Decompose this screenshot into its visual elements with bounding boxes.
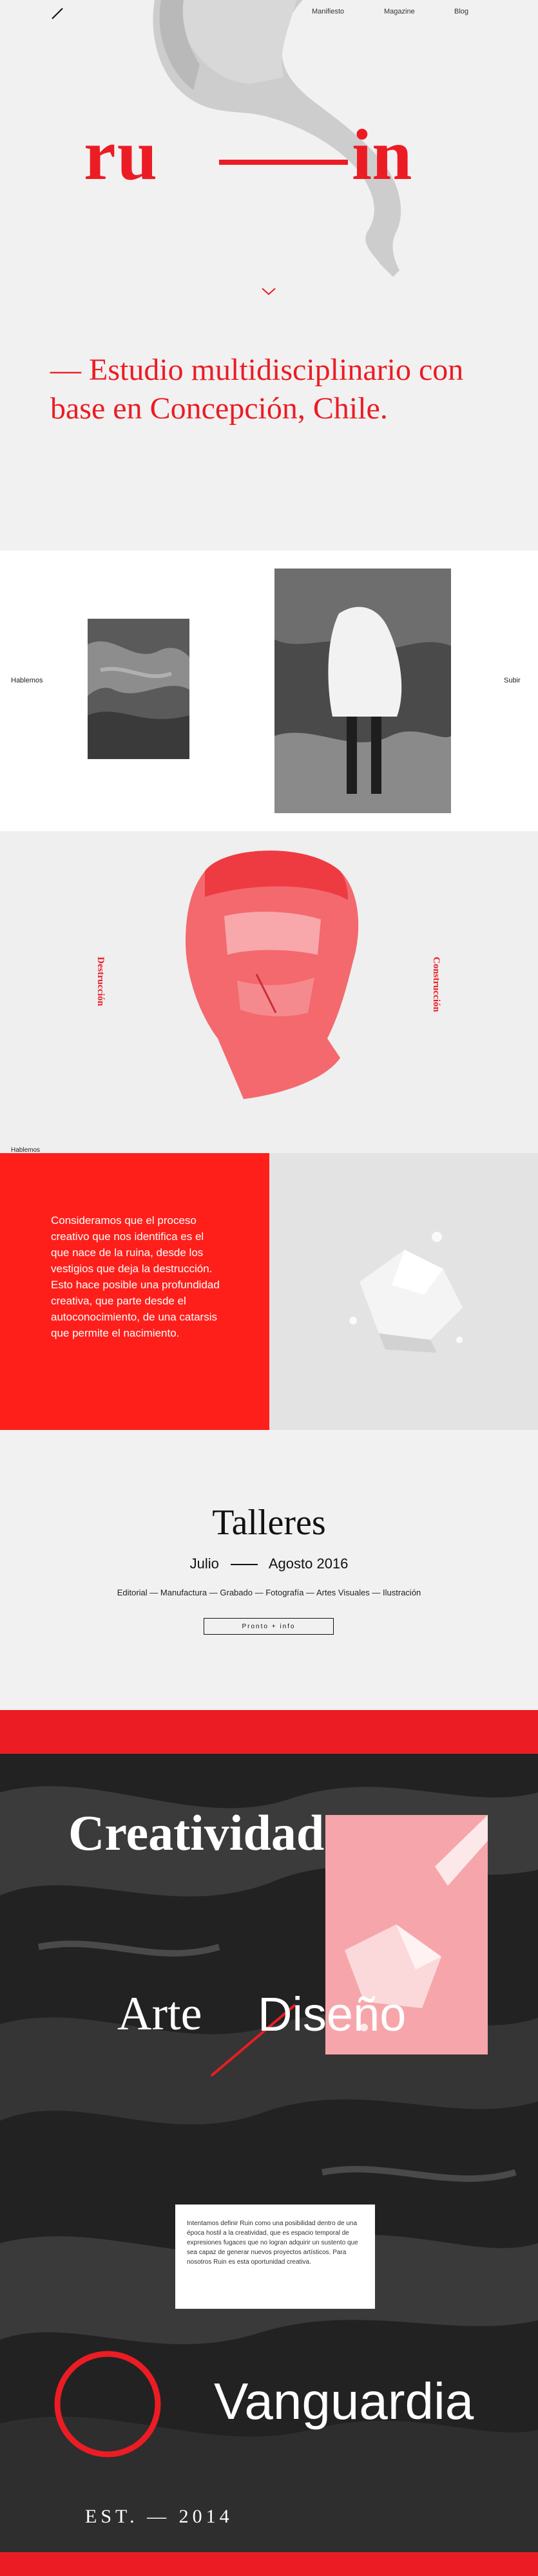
about-section: Consideramos que el proceso creativo que… xyxy=(0,1153,538,1430)
hablemos-link[interactable]: Hablemos xyxy=(11,677,43,684)
veiled-figure-photo xyxy=(274,569,451,813)
nav-blog[interactable]: Blog xyxy=(454,8,468,15)
subir-link[interactable]: Subir xyxy=(504,677,521,684)
destruccion-label: Destrucción xyxy=(95,957,106,1006)
vanguardia-word: Vanguardia xyxy=(214,2373,474,2430)
red-divider-bar xyxy=(0,1710,538,1754)
classical-bust-image xyxy=(186,851,359,1099)
diseno-word: Diseño xyxy=(258,1988,407,2041)
talleres-title: Talleres xyxy=(212,1503,326,1543)
hero-section: Manifiesto Magazine Blog ru in — Estudio… xyxy=(0,0,538,550)
hero-tagline: — Estudio multidisciplinario con base en… xyxy=(50,353,464,426)
bottom-red-bar xyxy=(0,2552,538,2576)
about-red-panel: Consideramos que el proceso creativo que… xyxy=(0,1153,269,1430)
white-debris-image xyxy=(349,1232,463,1353)
talleres-dates: Julio Agosto 2016 xyxy=(0,1556,538,1572)
manifesto-card-text: Intentamos definir Ruin como una posibil… xyxy=(187,2220,358,2266)
talleres-topics: Editorial — Manufactura — Grabado — Foto… xyxy=(117,1588,421,1597)
gallery-section: Hablemos Subir xyxy=(0,550,538,831)
logo-right: in xyxy=(352,115,412,195)
creatividad-word: Creatividad xyxy=(68,1805,325,1861)
about-grey-panel xyxy=(269,1153,538,1430)
manifesto-card: Intentamos definir Ruin como una posibil… xyxy=(175,2205,375,2309)
arte-word: Arte xyxy=(117,1988,202,2040)
bust-section: Destrucción Construcción Hablemos xyxy=(0,831,538,1154)
talleres-date-start: Julio xyxy=(189,1556,219,1572)
logo-dash xyxy=(219,160,348,165)
scroll-down-icon[interactable] xyxy=(261,287,276,296)
talleres-section: Talleres Julio Agosto 2016 Editorial — M… xyxy=(0,1430,538,1710)
est-label: EST. — 2014 xyxy=(85,2506,233,2527)
logo-left: ru xyxy=(84,115,159,195)
talleres-date-end: Agosto 2016 xyxy=(268,1556,349,1572)
date-separator-line xyxy=(230,1564,258,1565)
manifesto-section: Creatividad Arte Diseño Intentamos defin… xyxy=(0,1754,538,2552)
rock-photo-small xyxy=(88,619,189,759)
menu-icon[interactable] xyxy=(50,6,64,21)
nav-magazine[interactable]: Magazine xyxy=(384,8,415,15)
about-text: Consideramos que el proceso creativo que… xyxy=(51,1214,220,1339)
construccion-label: Construcción xyxy=(431,957,441,1012)
pronto-info-button[interactable]: Pronto + info xyxy=(204,1618,334,1635)
red-circle xyxy=(54,2351,161,2458)
nav-manifiesto[interactable]: Manifiesto xyxy=(312,8,344,15)
